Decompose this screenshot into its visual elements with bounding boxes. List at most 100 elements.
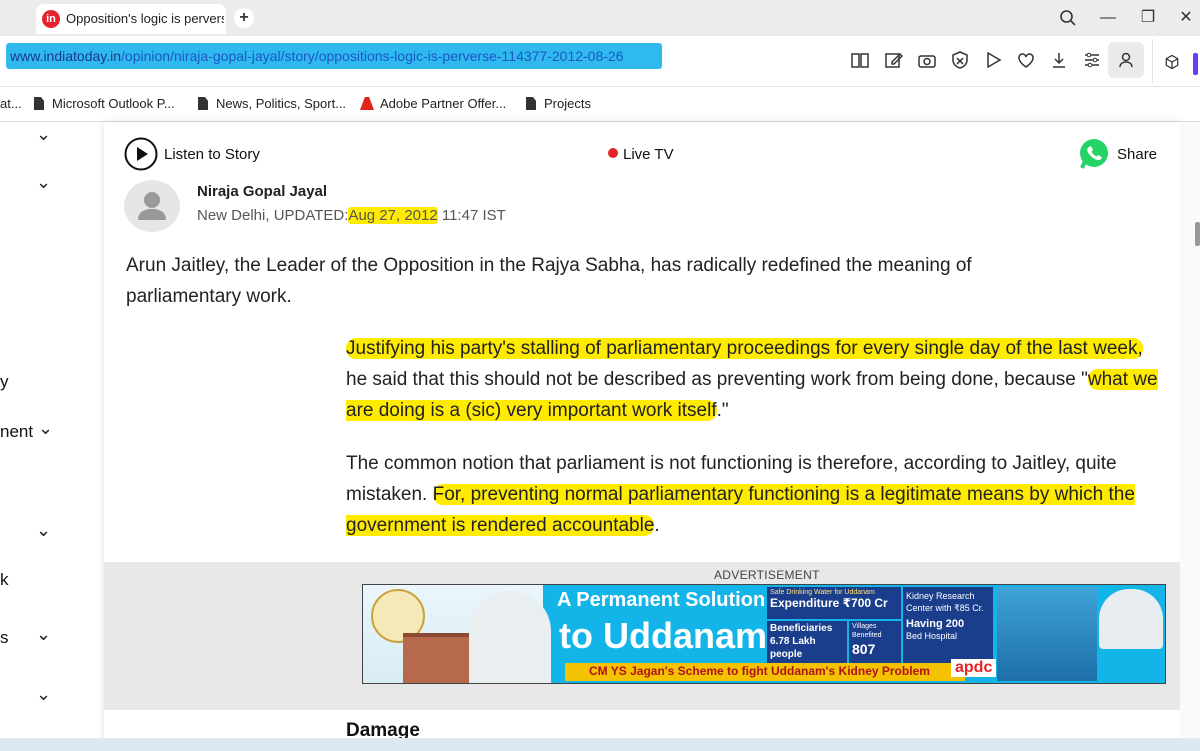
site-sidebar: ⌄ ⌄ y nent ⌄ ⌄ k s ⌄ ⌄ bbox=[0, 122, 104, 751]
bookmark-label: Adobe Partner Offer... bbox=[380, 96, 507, 111]
ad-box-text: Center with ₹85 Cr. bbox=[906, 603, 984, 613]
settings-sliders-icon[interactable] bbox=[1081, 49, 1103, 71]
address-bar: www.indiatoday.in/opinion/niraja-gopal-j… bbox=[0, 36, 1200, 87]
sidebar-item-label[interactable]: nent bbox=[0, 422, 33, 442]
ad-box-text: Villages bbox=[852, 623, 877, 630]
ad-box-kidney: Kidney Research Center with ₹85 Cr. Havi… bbox=[903, 587, 993, 663]
bookmark-item[interactable]: Microsoft Outlook P... bbox=[34, 96, 175, 111]
bookmark-label: News, Politics, Sport... bbox=[216, 96, 347, 111]
accent-bar bbox=[1193, 53, 1198, 75]
quote-text: . bbox=[654, 515, 660, 536]
ad-box-title: Safe Drinking Water for Uddanam bbox=[770, 589, 875, 596]
bookmark-label: Microsoft Outlook P... bbox=[52, 96, 175, 111]
ad-tagline: CM YS Jagan's Scheme to fight Uddanam's … bbox=[589, 664, 930, 678]
reader-mode-icon[interactable] bbox=[849, 49, 871, 71]
advertisement-label: ADVERTISEMENT bbox=[714, 568, 820, 582]
heart-icon[interactable] bbox=[1015, 49, 1037, 71]
os-taskbar bbox=[0, 738, 1200, 751]
sidebar-item-label[interactable]: k bbox=[0, 570, 9, 590]
article-quote-paragraph: Justifying his party's stalling of parli… bbox=[346, 333, 1166, 426]
ad-box-text: Kidney Research bbox=[906, 591, 975, 601]
author-avatar bbox=[124, 180, 180, 232]
close-window-button[interactable]: ✕ bbox=[1172, 6, 1200, 30]
ad-box-text: people bbox=[770, 649, 803, 660]
highlighted-text: For, preventing normal parliamentary fun… bbox=[346, 484, 1135, 536]
live-tv-link[interactable]: Live TV bbox=[623, 146, 674, 163]
adobe-icon bbox=[360, 97, 374, 110]
whatsapp-icon bbox=[1080, 139, 1108, 169]
bookmark-item[interactable]: News, Politics, Sport... bbox=[198, 96, 346, 111]
cm-portrait-right bbox=[1099, 589, 1163, 649]
url-field[interactable]: www.indiatoday.in/opinion/niraja-gopal-j… bbox=[10, 48, 624, 64]
ad-box-text: Bed Hospital bbox=[906, 631, 958, 641]
ad-headline-1: A Permanent Solution bbox=[557, 589, 766, 611]
author-name[interactable]: Niraja Gopal Jayal bbox=[197, 183, 327, 200]
scrollbar-thumb[interactable] bbox=[1195, 222, 1200, 246]
browser-tab[interactable]: in Opposition's logic is perverse bbox=[36, 4, 226, 34]
ad-box-text: Having 200 bbox=[906, 618, 965, 630]
ad-box-text: 6.78 Lakh bbox=[770, 636, 816, 647]
chevron-down-icon[interactable]: ⌄ bbox=[36, 124, 51, 145]
url-host: www.indiatoday.in bbox=[10, 48, 122, 64]
bookmark-item[interactable]: at... bbox=[0, 96, 22, 111]
ad-box-beneficiaries: Beneficiaries 6.78 Lakh people bbox=[767, 621, 847, 663]
quote-text: ." bbox=[716, 400, 729, 421]
article-paragraph: Arun Jaitley, the Leader of the Oppositi… bbox=[126, 255, 972, 307]
sidebar-item-label[interactable]: s bbox=[0, 628, 9, 648]
ad-box-villages: Villages Benefited 807 bbox=[849, 621, 901, 663]
dateline-date: Aug 27, 2012 bbox=[348, 207, 438, 224]
quote-text: he said that this should not be describe… bbox=[346, 369, 1088, 390]
ad-headline-2: to Uddanam bbox=[559, 615, 768, 656]
minimize-button[interactable]: — bbox=[1094, 6, 1122, 30]
listen-label: Listen to Story bbox=[164, 146, 260, 163]
dateline: New Delhi, UPDATED:Aug 27, 2012 11:47 IS… bbox=[197, 207, 506, 224]
extensions-area bbox=[1152, 39, 1199, 83]
new-tab-button[interactable]: + bbox=[234, 8, 254, 28]
camera-icon[interactable] bbox=[916, 49, 938, 71]
document-icon bbox=[526, 97, 536, 110]
ad-brand-logo: apdc bbox=[951, 659, 997, 677]
dateline-location: New Delhi, bbox=[197, 207, 270, 224]
dateline-updated-prefix: UPDATED: bbox=[273, 207, 349, 224]
chevron-down-icon[interactable]: ⌄ bbox=[38, 418, 53, 439]
ad-block-icon[interactable] bbox=[949, 49, 971, 71]
share-label: Share bbox=[1117, 146, 1158, 163]
cm-portrait bbox=[469, 591, 551, 683]
chevron-down-icon[interactable]: ⌄ bbox=[36, 172, 51, 193]
profile-icon bbox=[1119, 52, 1133, 68]
bookmark-item[interactable]: Adobe Partner Offer... bbox=[360, 96, 506, 111]
search-tabs-button[interactable] bbox=[1054, 6, 1082, 30]
bookmarks-bar: at... Microsoft Outlook P... News, Polit… bbox=[0, 87, 1200, 122]
play-circle-icon bbox=[124, 137, 158, 171]
chevron-down-icon[interactable]: ⌄ bbox=[36, 624, 51, 645]
url-path: /opinion/niraja-gopal-jayal/story/opposi… bbox=[121, 48, 624, 64]
indiatoday-favicon-icon: in bbox=[42, 10, 60, 28]
page-scrollbar[interactable] bbox=[1180, 122, 1200, 751]
chevron-down-icon[interactable]: ⌄ bbox=[36, 684, 51, 705]
ad-box-expenditure: Safe Drinking Water for Uddanam Expendit… bbox=[767, 587, 901, 619]
chevron-down-icon[interactable]: ⌄ bbox=[36, 520, 51, 541]
sidebar-item-label[interactable]: y bbox=[0, 372, 9, 392]
live-dot-icon bbox=[608, 148, 618, 158]
tab-title: Opposition's logic is perverse bbox=[66, 11, 224, 26]
ad-box-value: Expenditure ₹700 Cr bbox=[770, 596, 888, 610]
document-icon bbox=[198, 97, 208, 110]
play-icon[interactable] bbox=[982, 49, 1004, 71]
document-icon bbox=[34, 97, 44, 110]
article-quote-paragraph: The common notion that parliament is not… bbox=[346, 448, 1166, 541]
download-icon[interactable] bbox=[1048, 49, 1070, 71]
uddanam-ad-banner[interactable]: A Permanent Solution to Uddanam Safe Dri… bbox=[362, 584, 1166, 684]
profile-button[interactable] bbox=[1108, 42, 1144, 78]
cube-extension-icon[interactable] bbox=[1163, 53, 1181, 71]
bookmark-item[interactable]: Projects bbox=[526, 96, 591, 111]
water-tank-illustration bbox=[997, 587, 1097, 681]
bookmark-label: Projects bbox=[544, 96, 591, 111]
restore-button[interactable]: ❐ bbox=[1134, 6, 1162, 30]
search-icon bbox=[1060, 10, 1076, 26]
user-placeholder-icon bbox=[138, 192, 166, 220]
bookmark-label: at... bbox=[0, 96, 22, 111]
edit-icon[interactable] bbox=[883, 49, 905, 71]
ad-box-value: 807 bbox=[852, 641, 876, 657]
tab-bar: in Opposition's logic is perverse + — ❐ … bbox=[0, 0, 1200, 36]
highlighted-text: Justifying his party's stalling of parli… bbox=[346, 338, 1143, 359]
